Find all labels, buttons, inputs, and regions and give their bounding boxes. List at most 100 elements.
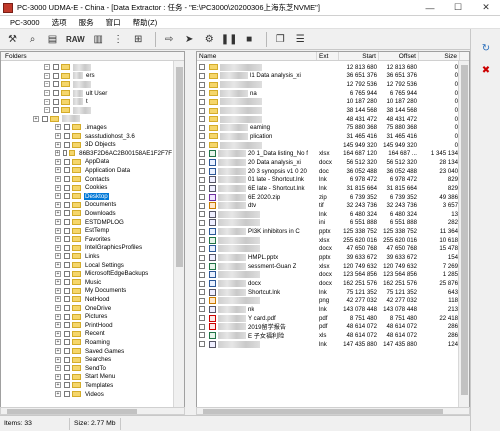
tree-checkbox[interactable] <box>53 98 59 105</box>
file-checkbox[interactable] <box>199 315 205 322</box>
file-checkbox[interactable] <box>199 72 205 79</box>
tree-item[interactable]: + Documents <box>1 201 173 210</box>
run-icon[interactable]: ➤ <box>181 31 198 48</box>
tree-checkbox[interactable] <box>64 270 70 277</box>
expand-icon[interactable]: + <box>55 227 61 234</box>
tree-hscroll-thumb[interactable] <box>7 409 137 414</box>
tree-item[interactable]: + My Documents <box>1 287 173 296</box>
tree-checkbox[interactable] <box>64 279 70 286</box>
file-row[interactable]: 6E late - Shortcut.lnk lnk 31 815 664 31 81… <box>197 184 460 193</box>
file-row[interactable]: 01 late - Shortcut.lnk lnk 6 978 472 6 978 … <box>197 175 460 184</box>
collapse-icon[interactable]: − <box>44 81 50 88</box>
tree-checkbox[interactable] <box>64 124 70 131</box>
file-checkbox[interactable] <box>199 168 205 175</box>
menu-pc3000[interactable]: PC-3000 <box>4 18 46 27</box>
file-checkbox[interactable] <box>199 176 205 183</box>
tree-item[interactable]: + Local Settings <box>1 261 173 270</box>
tree-checkbox[interactable] <box>42 115 48 122</box>
menu-service[interactable]: 服务 <box>73 17 100 28</box>
tree-scrollbar[interactable] <box>173 61 184 414</box>
structure-icon[interactable]: ⊞ <box>130 31 147 48</box>
col-size[interactable]: Size <box>419 52 460 60</box>
tree-checkbox[interactable] <box>53 90 59 97</box>
file-checkbox[interactable] <box>199 306 205 313</box>
panel-splitter[interactable] <box>185 51 196 415</box>
expand-icon[interactable]: + <box>55 270 61 277</box>
file-checkbox[interactable] <box>199 142 205 149</box>
tree-checkbox[interactable] <box>53 64 59 71</box>
close-button[interactable]: ✕ <box>472 0 500 16</box>
tree-item[interactable]: + Saved Games <box>1 347 173 356</box>
tree-checkbox[interactable] <box>64 322 70 329</box>
expand-icon[interactable]: + <box>33 115 39 122</box>
expand-icon[interactable]: + <box>55 322 61 329</box>
tree-item[interactable]: + MicrosoftEdgeBackups <box>1 269 173 278</box>
expand-icon[interactable]: + <box>55 141 61 148</box>
file-row[interactable]: 20 Data analysis_xi docx 56 512 320 56 512 … <box>197 158 460 167</box>
tree-checkbox[interactable] <box>64 365 70 372</box>
remove-icon[interactable]: ✖ <box>478 63 494 77</box>
tree-checkbox[interactable] <box>64 356 70 363</box>
expand-icon[interactable]: + <box>55 133 61 140</box>
partition-icon[interactable]: ▥ <box>90 31 107 48</box>
file-checkbox[interactable] <box>199 289 205 296</box>
tree-item[interactable]: + Start Menu <box>1 373 173 382</box>
expand-icon[interactable]: + <box>55 176 61 183</box>
tree-checkbox[interactable] <box>64 391 70 398</box>
file-checkbox[interactable] <box>199 124 205 131</box>
file-row[interactable]: ini 6 551 888 6 551 888 282 <box>197 219 460 228</box>
collapse-icon[interactable]: − <box>44 98 50 105</box>
menu-help[interactable]: 帮助(Z) <box>127 17 164 28</box>
expand-icon[interactable]: + <box>55 184 61 191</box>
expand-icon[interactable]: + <box>55 330 61 337</box>
file-checkbox[interactable] <box>199 341 205 348</box>
file-row[interactable]: sessment-Guan Z xlsx 120 749 632 120 749 63… <box>197 262 460 271</box>
tree-checkbox[interactable] <box>64 313 70 320</box>
tree-checkbox[interactable] <box>64 158 70 165</box>
tree-item[interactable]: + Favorites <box>1 235 173 244</box>
file-row[interactable]: png 42 277 032 42 277 032 118 <box>197 297 460 306</box>
expand-icon[interactable]: + <box>55 339 61 346</box>
list-icon[interactable]: ☰ <box>292 31 309 48</box>
tree-item[interactable]: + Templates <box>1 381 173 390</box>
tree-item[interactable]: + OneDrive <box>1 304 173 313</box>
expand-icon[interactable]: + <box>55 296 61 303</box>
file-row[interactable]: Shortcut.lnk lnk 75 121 352 75 121 352 643 <box>197 288 460 297</box>
expand-icon[interactable]: + <box>55 313 61 320</box>
col-offset[interactable]: Offset <box>379 52 419 60</box>
expand-icon[interactable]: + <box>55 201 61 208</box>
file-checkbox[interactable] <box>199 297 205 304</box>
tree-checkbox[interactable] <box>64 382 70 389</box>
file-row[interactable]: 10 187 280 10 187 280 0 <box>197 98 460 107</box>
tree-checkbox[interactable] <box>64 305 70 312</box>
file-checkbox[interactable] <box>199 228 205 235</box>
tree-checkbox[interactable] <box>64 287 70 294</box>
file-row[interactable]: l1 Data analysis_xi 36 651 376 36 651 376 0 <box>197 72 460 81</box>
file-checkbox[interactable] <box>199 254 205 261</box>
tree-checkbox[interactable] <box>64 167 70 174</box>
tree-checkbox[interactable] <box>64 253 70 260</box>
file-checkbox[interactable] <box>199 116 205 123</box>
tree-item[interactable]: + IntelGraphicsProfiles <box>1 244 173 253</box>
tree-item[interactable]: + Videos <box>1 390 173 399</box>
file-checkbox[interactable] <box>199 263 205 270</box>
tree-hscrollbar[interactable] <box>0 407 185 415</box>
file-row[interactable]: docx 47 650 768 47 650 768 15 478 <box>197 245 460 254</box>
file-checkbox[interactable] <box>199 332 205 339</box>
tree-checkbox[interactable] <box>53 107 59 114</box>
stop-icon[interactable]: ■ <box>241 31 258 48</box>
tree-item[interactable]: + Contacts <box>1 175 173 184</box>
tree-checkbox[interactable] <box>53 81 59 88</box>
expand-icon[interactable]: + <box>55 124 61 131</box>
expand-icon[interactable]: + <box>55 193 61 200</box>
file-checkbox[interactable] <box>199 185 205 192</box>
file-checkbox[interactable] <box>199 133 205 140</box>
tree-icon[interactable]: ⋮ <box>110 31 127 48</box>
file-row[interactable]: 145 949 320 145 949 320 0 <box>197 141 460 150</box>
tree-checkbox[interactable] <box>64 296 70 303</box>
file-row[interactable]: lnk 147 435 880 147 435 880 124 <box>197 340 460 349</box>
list-scroll-thumb[interactable] <box>461 65 468 395</box>
expand-icon[interactable]: + <box>55 279 61 286</box>
tree-item[interactable]: + Cookies <box>1 183 173 192</box>
file-row[interactable]: 20 1_Data listing_No f xlsx 164 687 120 164… <box>197 150 460 159</box>
